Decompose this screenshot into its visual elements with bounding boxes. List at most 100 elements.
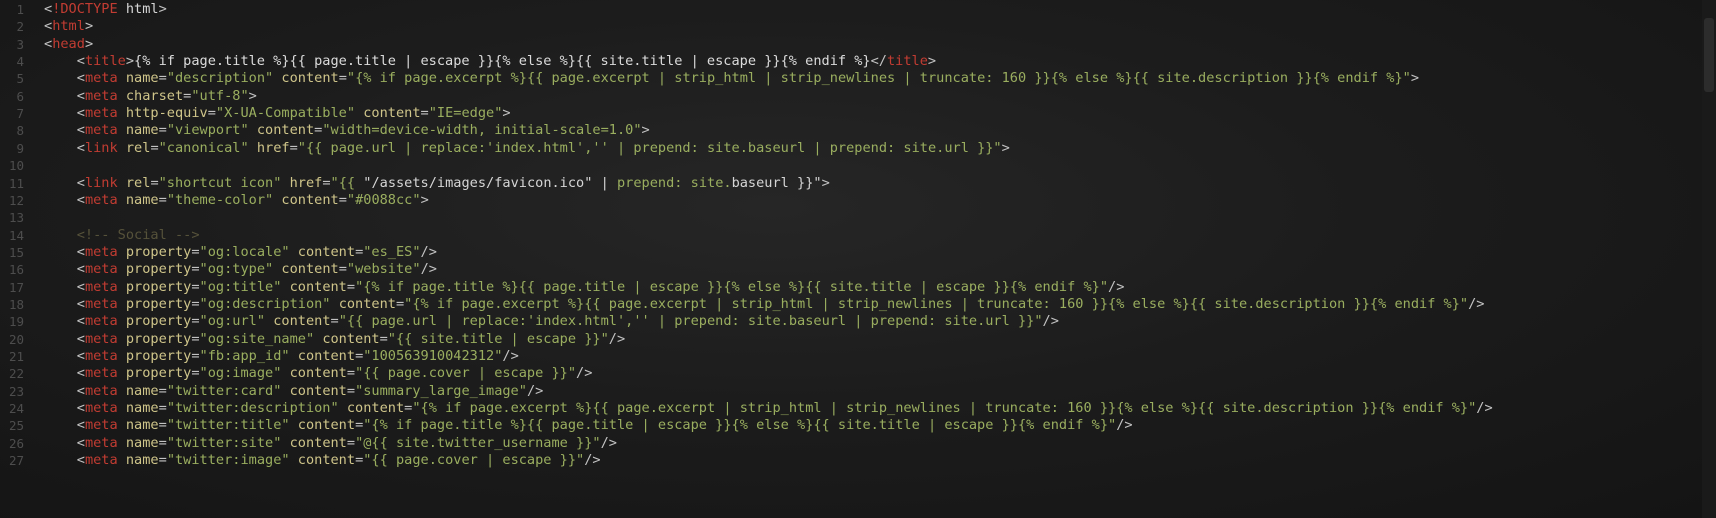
code-line[interactable]: <meta property="og:type" content="websit… [44,260,437,279]
code-token: < [76,70,85,87]
code-token: > [125,53,135,70]
code-line[interactable]: <meta property="og:locale" content="es_E… [44,243,437,262]
code-token: meta [84,70,118,87]
code-token: property [125,330,192,347]
code-line[interactable]: <meta name="twitter:site" content="@{{ s… [44,434,617,453]
code-token: link [84,139,118,156]
code-token: link [84,174,118,191]
code-editor[interactable]: 1 2 3 4 5 6 7 8 9 10 11 12 13 14 15 16 17 18 19 20 21 22 23 24 2… [0,0,1716,518]
line-number: 10 [8,158,24,174]
code-area[interactable]: <!DOCTYPE html> <html> <head> <title>{% if… [44,0,1716,518]
code-token: = [420,105,429,122]
code-token: = [338,70,347,87]
code-line[interactable]: <!DOCTYPE html> [44,0,167,19]
code-token: html [52,18,85,35]
code-token: "description" [166,70,274,87]
code-token: "og:site_name" [199,330,315,347]
code-token: < [76,53,85,70]
line-number: 5 [16,71,24,87]
line-number: 2 [16,19,24,35]
code-token: = [346,434,356,451]
code-token: "{% if page.title %}{{ page.title | esca… [363,417,1117,434]
code-token: "{% if page.title %}{{ page.title | esca… [355,278,1109,295]
line-number: 11 [8,175,24,191]
line-number: 20 [8,331,24,347]
code-line[interactable]: <meta name="twitter:image" content="{{ p… [44,451,601,470]
code-token: name [125,122,159,139]
code-token: "{% if page.excerpt %}{{ page.excerpt | … [412,400,1477,417]
code-token: meta [84,417,118,434]
code-token: html [117,1,159,17]
code-line[interactable]: <meta http-equiv="X-UA-Compatible" conte… [44,104,511,123]
code-line[interactable]: <meta property="og:site_name" content="{… [44,330,625,349]
code-line[interactable]: <meta charset="utf-8"> [44,87,257,106]
code-token: "{{ page.url | replace:'index.html','' |… [297,139,1002,156]
code-token: "IE=edge" [428,105,503,122]
code-token: </ [870,53,887,70]
code-token: > [158,1,167,17]
code-token: "theme-color" [166,191,274,208]
code-line[interactable]: <meta property="og:url" content="{{ page… [44,312,1059,331]
code-line[interactable]: <head> [44,35,93,54]
line-number: 21 [8,349,24,364]
code-token: "shortcut icon" [158,174,282,191]
code-line[interactable]: <meta property="og:description" content=… [44,295,1485,314]
code-token: property [125,295,192,312]
code-token: meta [84,105,118,122]
code-line[interactable]: <meta name="viewport" content="width=dev… [44,121,650,140]
code-token: = [158,417,167,434]
code-token: < [76,382,85,399]
code-token: = [158,382,167,399]
code-token: /> [600,434,617,451]
code-line[interactable]: <title>{% if page.title %}{{ page.title … [44,52,936,71]
code-token: = [191,243,200,260]
code-line[interactable]: <meta property="og:title" content="{% if… [44,278,1125,297]
code-token: "og:locale" [199,243,290,260]
code-token: "canonical" [158,139,249,156]
code-line[interactable]: <link rel="shortcut icon" href="{{ "/ass… [44,174,830,193]
code-token: < [76,139,85,156]
code-line[interactable]: <!-- Social --> [44,226,200,245]
code-line[interactable]: <meta property="fb:app_id" content="1005… [44,347,519,366]
code-token: < [76,348,85,364]
line-number: 6 [16,88,24,104]
code-line[interactable]: <link rel="canonical" href="{{ page.url … [44,139,1010,158]
code-line[interactable]: <meta name="twitter:title" content="{% i… [44,416,1133,435]
code-token: "twitter:title" [166,417,290,434]
code-token: "og:image" [199,365,282,382]
code-token: name [125,434,159,451]
line-number: 3 [16,36,24,52]
code-token: "100563910042312" [363,348,503,364]
code-line[interactable]: <meta name="theme-color" content="#0088c… [44,191,429,210]
code-token: > [927,53,937,70]
code-token: /> [420,243,437,260]
line-number: 16 [8,262,24,278]
code-token: /> [608,330,626,347]
code-line[interactable]: <meta property="og:image" content="{{ pa… [44,364,593,383]
line-number: 27 [8,453,24,469]
code-line[interactable]: <meta name="twitter:card" content="summa… [44,382,544,401]
code-token: "twitter:image" [166,452,290,469]
code-line[interactable]: <html> [44,17,93,36]
code-token: /> [1042,313,1059,330]
line-number: 15 [8,244,24,260]
scrollbar-thumb[interactable] [1704,18,1714,92]
code-line[interactable]: <meta name="twitter:description" content… [44,399,1493,418]
code-token: < [76,278,85,295]
code-line[interactable]: <meta name="description" content="{% if … [44,69,1419,88]
vertical-scrollbar[interactable] [1702,0,1716,518]
